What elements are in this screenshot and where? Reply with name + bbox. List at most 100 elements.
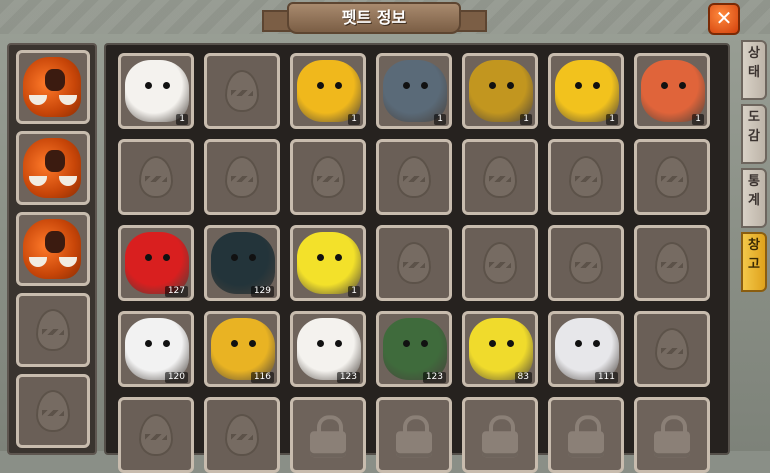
storage-slot-empty[interactable]	[290, 139, 366, 215]
storage-slot-locked[interactable]	[462, 397, 538, 473]
pet-count: 1	[348, 114, 360, 125]
storage-slot-yellow-sabertooth[interactable]: 116	[204, 311, 280, 387]
egg-icon	[655, 242, 689, 284]
tab-storage-label: 창고	[748, 238, 760, 272]
storage-slot-empty[interactable]	[634, 311, 710, 387]
pet-count: 123	[422, 372, 446, 383]
egg-icon	[139, 156, 173, 198]
red-lion-pet-icon	[555, 60, 619, 122]
storage-slot-locked[interactable]	[290, 397, 366, 473]
storage-slot-empty[interactable]	[634, 139, 710, 215]
white-tiger-pet-icon	[125, 318, 189, 380]
pet-count: 1	[434, 114, 446, 125]
yellow-sabertooth-pet-icon	[211, 318, 275, 380]
storage-slot-dark-dragon[interactable]: 1	[376, 53, 452, 129]
storage-slot-locked[interactable]	[634, 397, 710, 473]
red-dragon-pet-icon	[125, 232, 189, 294]
party-slot-empty[interactable]	[16, 293, 90, 367]
pet-count: 83	[514, 372, 532, 383]
dark-dragon-pet-icon	[383, 60, 447, 122]
party-slot-pet[interactable]	[16, 131, 90, 205]
egg-icon	[397, 242, 431, 284]
egg-icon	[655, 328, 689, 370]
pet-count: 1	[348, 286, 360, 297]
pet-count: 1	[606, 114, 618, 125]
tab-stats-label: 통계	[748, 174, 760, 208]
yellow-boar-pet-icon	[297, 60, 361, 122]
storage-slot-empty[interactable]	[462, 225, 538, 301]
green-dino-pet-icon	[383, 318, 447, 380]
egg-icon	[225, 156, 259, 198]
storage-slot-empty[interactable]	[118, 139, 194, 215]
storage-slot-empty[interactable]	[548, 225, 624, 301]
storage-slot-locked[interactable]	[376, 397, 452, 473]
pet-count: 1	[520, 114, 532, 125]
egg-icon	[311, 156, 345, 198]
storage-slot-orange-lizard[interactable]: 1	[634, 53, 710, 129]
tab-storage[interactable]: 창고	[741, 232, 767, 292]
storage-grid-panel: 1 1 1 1 1 1 127 129 1 120 116 123 123 83 111	[104, 43, 730, 473]
window-title: 펫트 정보	[287, 2, 461, 34]
egg-icon	[483, 156, 517, 198]
storage-slot-pig[interactable]: 1	[118, 53, 194, 129]
yellow-serpent-pet-icon	[469, 318, 533, 380]
egg-icon	[397, 156, 431, 198]
tab-stats[interactable]: 통계	[741, 168, 767, 228]
tab-status[interactable]: 상태	[741, 40, 767, 100]
storage-slot-red-lion[interactable]: 1	[548, 53, 624, 129]
egg-icon	[36, 309, 70, 351]
close-button[interactable]: ✕	[708, 3, 740, 35]
storage-slot-empty[interactable]	[376, 139, 452, 215]
mammoth-pet-icon	[23, 57, 81, 117]
left-party-panel	[7, 43, 97, 455]
mammoth-pet-icon	[23, 138, 81, 198]
pet-count: 129	[250, 286, 274, 297]
lock-icon	[396, 414, 432, 457]
yellow-dragon-pet-icon	[297, 232, 361, 294]
storage-slot-empty[interactable]	[462, 139, 538, 215]
close-icon: ✕	[715, 6, 733, 30]
storage-slot-red-dragon[interactable]: 127	[118, 225, 194, 301]
storage-slot-green-dino[interactable]: 123	[376, 311, 452, 387]
storage-slot-empty[interactable]	[548, 139, 624, 215]
storage-slot-empty[interactable]	[204, 53, 280, 129]
egg-icon	[483, 242, 517, 284]
lock-icon	[310, 414, 346, 457]
storage-slot-empty[interactable]	[204, 397, 280, 473]
egg-icon	[569, 156, 603, 198]
pet-count: 123	[336, 372, 360, 383]
lock-icon	[568, 414, 604, 457]
storage-slot-empty[interactable]	[634, 225, 710, 301]
party-slot-pet[interactable]	[16, 50, 90, 124]
storage-slot-locked[interactable]	[548, 397, 624, 473]
storage-slot-empty[interactable]	[118, 397, 194, 473]
storage-slot-yellow-dragon[interactable]: 1	[290, 225, 366, 301]
pet-count: 111	[594, 372, 618, 383]
egg-icon	[225, 414, 259, 456]
mammoth-pet-icon	[23, 219, 81, 279]
egg-icon	[655, 156, 689, 198]
egg-icon	[225, 70, 259, 112]
tab-encyclopedia[interactable]: 도감	[741, 104, 767, 164]
storage-slot-empty[interactable]	[376, 225, 452, 301]
storage-slot-empty[interactable]	[204, 139, 280, 215]
pet-count: 127	[164, 286, 188, 297]
lock-icon	[482, 414, 518, 457]
egg-icon	[139, 414, 173, 456]
party-slot-empty[interactable]	[16, 374, 90, 448]
black-white-tiger-pet-icon	[555, 318, 619, 380]
pet-count: 116	[250, 372, 274, 383]
tab-status-label: 상태	[748, 46, 760, 80]
party-slot-pet[interactable]	[16, 212, 90, 286]
storage-slot-black-dragon[interactable]: 129	[204, 225, 280, 301]
storage-slot-white-tiger[interactable]: 120	[118, 311, 194, 387]
storage-slot-pig[interactable]: 123	[290, 311, 366, 387]
orange-lizard-pet-icon	[641, 60, 705, 122]
storage-slot-yellow-serpent[interactable]: 83	[462, 311, 538, 387]
storage-slot-leaf-bird[interactable]: 1	[462, 53, 538, 129]
storage-slot-yellow-boar[interactable]: 1	[290, 53, 366, 129]
storage-slot-black-white-tiger[interactable]: 111	[548, 311, 624, 387]
pig-pet-icon	[297, 318, 361, 380]
pig-pet-icon	[125, 60, 189, 122]
pet-count: 120	[164, 372, 188, 383]
